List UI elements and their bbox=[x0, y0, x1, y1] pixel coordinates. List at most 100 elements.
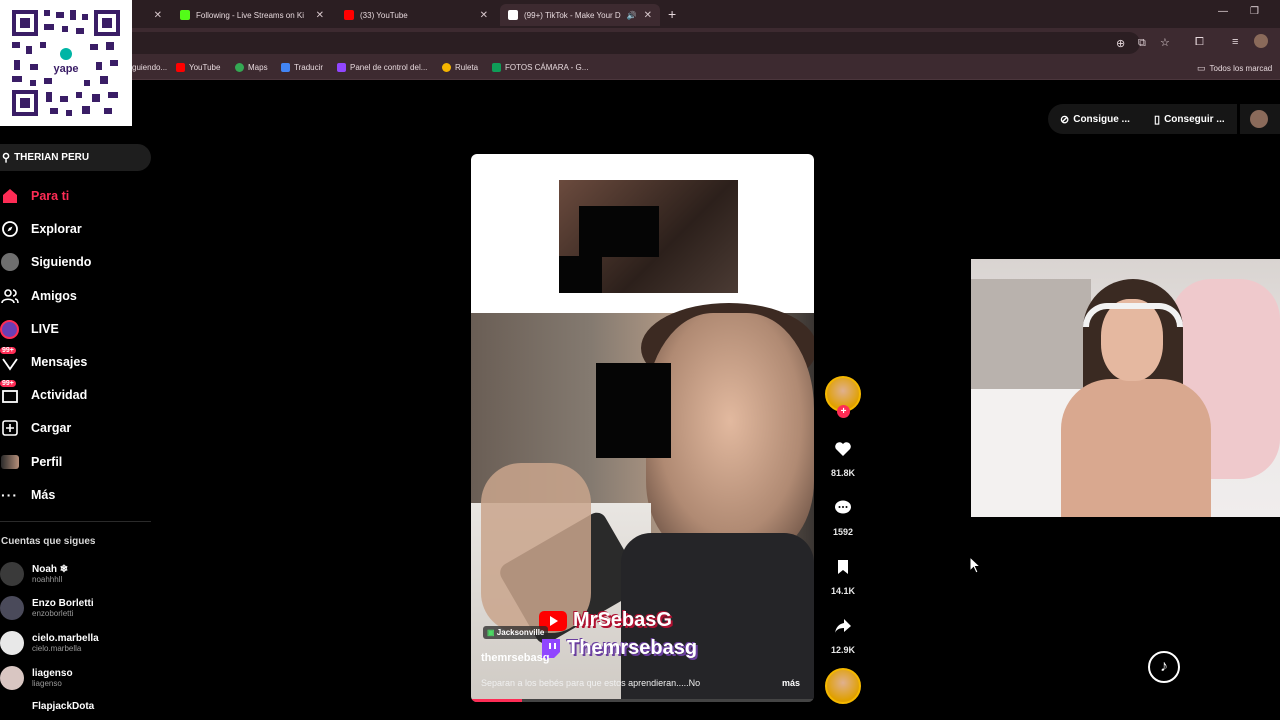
profile-icon bbox=[0, 453, 19, 472]
webcam-overlay bbox=[971, 259, 1280, 517]
headset-image bbox=[1083, 303, 1183, 327]
compass-icon bbox=[0, 220, 19, 239]
notification-badge: 99+ bbox=[0, 346, 16, 354]
save-button[interactable]: 14.1K bbox=[825, 552, 861, 596]
extensions-icon[interactable]: ⧠ bbox=[1195, 36, 1204, 49]
live-icon bbox=[0, 319, 19, 339]
like-button[interactable]: 81.8K bbox=[825, 434, 861, 478]
more-icon: ··· bbox=[1, 487, 18, 503]
search-icon: ⚲ bbox=[2, 152, 11, 164]
following-header: Cuentas que sigues bbox=[1, 536, 96, 547]
nav-activity[interactable]: 99+ Actividad bbox=[0, 379, 87, 407]
following-account[interactable]: Enzo Borletti enzoborletti bbox=[0, 593, 94, 623]
new-tab-button[interactable]: + bbox=[668, 6, 676, 22]
close-tab-icon[interactable]: ✕ bbox=[316, 10, 324, 21]
bookmark-panel[interactable]: Panel de control del... bbox=[337, 63, 427, 72]
url-input[interactable] bbox=[110, 32, 1140, 54]
browser-tab-youtube[interactable]: (33) YouTube ✕ bbox=[336, 4, 496, 26]
browser-tab-tiktok[interactable]: (99+) TikTok - Make Your D 🔊 ✕ bbox=[500, 4, 660, 26]
search-box[interactable]: ⚲ THERIAN PERU bbox=[0, 144, 151, 171]
browser-tab-0[interactable]: ✕ bbox=[140, 4, 170, 26]
nav-explore[interactable]: Explorar bbox=[0, 217, 82, 241]
like-count: 81.8K bbox=[830, 468, 856, 478]
address-bar: ⊕ ⧉ ☆ ⧠ ≡ bbox=[0, 28, 1280, 58]
share-button[interactable]: 12.9K bbox=[825, 611, 861, 655]
nav-following[interactable]: Siguiendo bbox=[0, 250, 91, 274]
tiktok-icon bbox=[508, 10, 518, 20]
video-progress-bar[interactable] bbox=[471, 699, 814, 702]
comment-count: 1592 bbox=[832, 527, 854, 537]
translate-icon bbox=[281, 63, 290, 72]
close-tab-icon[interactable]: ✕ bbox=[644, 10, 652, 21]
friends-icon bbox=[0, 287, 19, 306]
notification-badge: 99+ bbox=[0, 379, 16, 387]
following-account[interactable]: cielo.marbella cielo.marbella bbox=[0, 628, 99, 658]
nav-more[interactable]: ··· Más bbox=[0, 483, 55, 507]
qr-code-overlay: yape bbox=[0, 0, 132, 126]
following-account[interactable]: liagenso liagenso bbox=[0, 663, 73, 693]
coin-icon: ⊘ bbox=[1060, 113, 1070, 126]
bookmark-translate[interactable]: Traducir bbox=[281, 63, 323, 72]
zoom-icon[interactable]: ⊕ bbox=[1116, 37, 1125, 50]
tab-label: Following - Live Streams on Ki bbox=[196, 10, 305, 20]
comment-button[interactable]: 1592 bbox=[825, 493, 861, 537]
bookmark-youtube[interactable]: YouTube bbox=[176, 63, 220, 72]
following-account[interactable]: FlapjackDota bbox=[0, 697, 94, 715]
share-icon bbox=[828, 611, 858, 641]
twitch-icon bbox=[337, 63, 346, 72]
home-icon bbox=[0, 187, 19, 206]
nav-friends[interactable]: Amigos bbox=[0, 284, 77, 308]
caption-more-link[interactable]: más bbox=[782, 678, 800, 688]
mouse-cursor-icon bbox=[969, 556, 981, 574]
avatar bbox=[0, 666, 24, 690]
close-tab-icon[interactable]: ✕ bbox=[480, 10, 488, 21]
bookmark-icon bbox=[828, 552, 858, 582]
star-icon[interactable]: ☆ bbox=[1160, 36, 1170, 49]
nav-profile[interactable]: Perfil bbox=[0, 450, 62, 474]
browser-tab-kick[interactable]: Following - Live Streams on Ki ✕ bbox=[172, 4, 332, 26]
video-author[interactable]: themrsebasg bbox=[481, 652, 549, 664]
all-bookmarks[interactable]: ▭ Todos los marcad bbox=[1197, 63, 1272, 74]
following-account[interactable]: Noah ❄ noahhhll bbox=[0, 559, 68, 589]
location-tag[interactable]: ▣ Jacksonville bbox=[483, 626, 549, 639]
avatar bbox=[0, 697, 24, 715]
profile-avatar-icon[interactable] bbox=[1254, 34, 1268, 48]
music-disc-avatar[interactable] bbox=[825, 668, 861, 704]
progress-fill bbox=[471, 699, 523, 702]
user-avatar-button[interactable] bbox=[1240, 104, 1280, 134]
video-inset-image bbox=[559, 180, 738, 293]
nav-live[interactable]: LIVE bbox=[0, 317, 59, 341]
bookmark-ruleta[interactable]: Ruleta bbox=[442, 63, 478, 72]
speaker-icon: 🔊 bbox=[626, 10, 637, 20]
get-app-button[interactable]: ▯ Conseguir ... bbox=[1142, 104, 1237, 134]
restore-icon[interactable]: ❐ bbox=[1250, 6, 1259, 17]
tab-label: (33) YouTube bbox=[360, 10, 408, 20]
maps-icon bbox=[235, 63, 244, 72]
minimize-icon[interactable]: — bbox=[1218, 6, 1228, 17]
activity-icon: 99+ bbox=[0, 379, 19, 405]
sidebar-divider bbox=[0, 521, 151, 522]
avatar-icon bbox=[0, 253, 19, 272]
twitch-overlay: Themrsebasg bbox=[539, 637, 697, 660]
drive-icon bbox=[492, 63, 501, 72]
avatar bbox=[1250, 110, 1268, 128]
avatar bbox=[0, 596, 24, 620]
wheel-icon bbox=[442, 63, 451, 72]
follow-plus-button[interactable]: + bbox=[837, 405, 850, 418]
bookmark-item[interactable]: guiendo... bbox=[132, 63, 167, 72]
avatar bbox=[0, 562, 24, 586]
nav-for-you[interactable]: Para ti bbox=[0, 184, 69, 208]
bookmark-maps[interactable]: Maps bbox=[235, 63, 268, 72]
install-icon[interactable]: ⧉ bbox=[1138, 37, 1146, 50]
video-player[interactable]: MrSebasG Themrsebasg ▣ Jacksonville them… bbox=[471, 154, 814, 702]
censor-block bbox=[579, 206, 659, 257]
video-caption: Separan a los bebés para que estos apren… bbox=[481, 678, 701, 688]
close-tab-icon[interactable]: ✕ bbox=[154, 10, 162, 21]
phone-icon: ▯ bbox=[1154, 113, 1161, 126]
bookmark-fotos[interactable]: FOTOS CÁMARA - G... bbox=[492, 63, 588, 72]
media-icon[interactable]: ≡ bbox=[1232, 36, 1238, 48]
nav-messages[interactable]: 99+ Mensajes bbox=[0, 346, 87, 374]
nav-upload[interactable]: Cargar bbox=[0, 416, 71, 440]
tiktok-logo-icon[interactable]: ♪ bbox=[1148, 651, 1180, 683]
get-coins-button[interactable]: ⊘ Consigue ... bbox=[1048, 104, 1142, 134]
